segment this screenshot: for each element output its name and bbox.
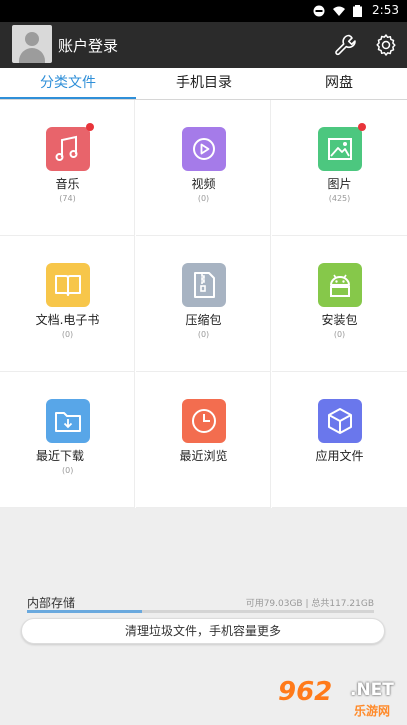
watermark-site: 乐游网: [354, 704, 391, 718]
category-count: (0): [333, 330, 346, 339]
music-icon: [46, 127, 90, 171]
category-label: 安装包: [321, 313, 358, 327]
category-label: 音乐: [55, 177, 80, 191]
category-documents[interactable]: 文档.电子书 (0): [0, 236, 135, 372]
category-apks[interactable]: 安装包 (0): [272, 236, 407, 372]
category-label: 应用文件: [315, 449, 364, 463]
category-app-files[interactable]: 应用文件: [272, 372, 407, 508]
category-label: 最近下载: [36, 449, 85, 463]
watermark-number: 962: [278, 677, 333, 707]
category-label: 最近浏览: [179, 449, 228, 463]
tab-bar: 分类文件 手机目录 网盘: [0, 68, 407, 100]
status-bar: 2:53: [0, 0, 407, 22]
storage-bar: [27, 610, 374, 613]
video-icon: [182, 127, 226, 171]
tab-phone-directory[interactable]: 手机目录: [136, 68, 272, 100]
storage-info: 可用79.03GB | 总共117.21GB: [245, 599, 374, 609]
category-label: 文档.电子书: [35, 313, 100, 327]
do-not-disturb-icon: [313, 5, 325, 17]
category-count: (0): [197, 330, 210, 339]
status-time: 2:53: [372, 3, 399, 17]
site-watermark: 962 .NET 乐游网: [270, 676, 405, 722]
login-link[interactable]: 账户登录: [58, 35, 118, 56]
category-label: 压缩包: [185, 313, 222, 327]
category-count: (0): [62, 466, 74, 475]
category-images[interactable]: 图片 (425): [272, 100, 407, 236]
gear-icon[interactable]: [374, 33, 398, 57]
new-badge: [86, 123, 94, 131]
wifi-icon: [333, 6, 345, 16]
category-count: (74): [59, 194, 76, 203]
category-count: (0): [61, 330, 74, 339]
clock-icon: [182, 399, 226, 443]
battery-icon: [353, 5, 362, 17]
cube-icon: [318, 399, 362, 443]
zip-icon: [182, 263, 226, 307]
download-folder-icon: [46, 399, 90, 443]
category-count: (0): [197, 194, 210, 203]
storage-title: 内部存储: [27, 596, 76, 610]
category-recent-downloads[interactable]: 最近下载 (0): [0, 372, 135, 508]
category-grid: 音乐 (74) 视频 (0) 图片 (425) 文档.电子书 (0) 压缩包 (…: [0, 100, 407, 508]
tab-indicator: [0, 97, 136, 99]
category-music[interactable]: 音乐 (74): [0, 100, 135, 236]
image-icon: [318, 127, 362, 171]
wrench-icon[interactable]: [334, 33, 358, 57]
watermark-suffix: .NET: [350, 680, 394, 700]
android-icon: [318, 263, 362, 307]
new-badge: [358, 123, 366, 131]
storage-bar-fill: [27, 610, 142, 613]
tab-cloud-drive[interactable]: 网盘: [271, 68, 407, 100]
book-icon: [46, 263, 90, 307]
category-label: 视频: [191, 177, 216, 191]
category-count: (425): [328, 194, 351, 203]
category-recent-browsed[interactable]: 最近浏览: [136, 372, 271, 508]
tab-categories[interactable]: 分类文件: [0, 68, 136, 100]
avatar[interactable]: [12, 25, 52, 63]
clean-junk-button[interactable]: 清理垃圾文件，手机容量更多: [21, 618, 385, 644]
category-label: 图片: [327, 177, 352, 191]
app-bar: 账户登录: [0, 22, 407, 68]
category-archives[interactable]: 压缩包 (0): [136, 236, 271, 372]
category-video[interactable]: 视频 (0): [136, 100, 271, 236]
